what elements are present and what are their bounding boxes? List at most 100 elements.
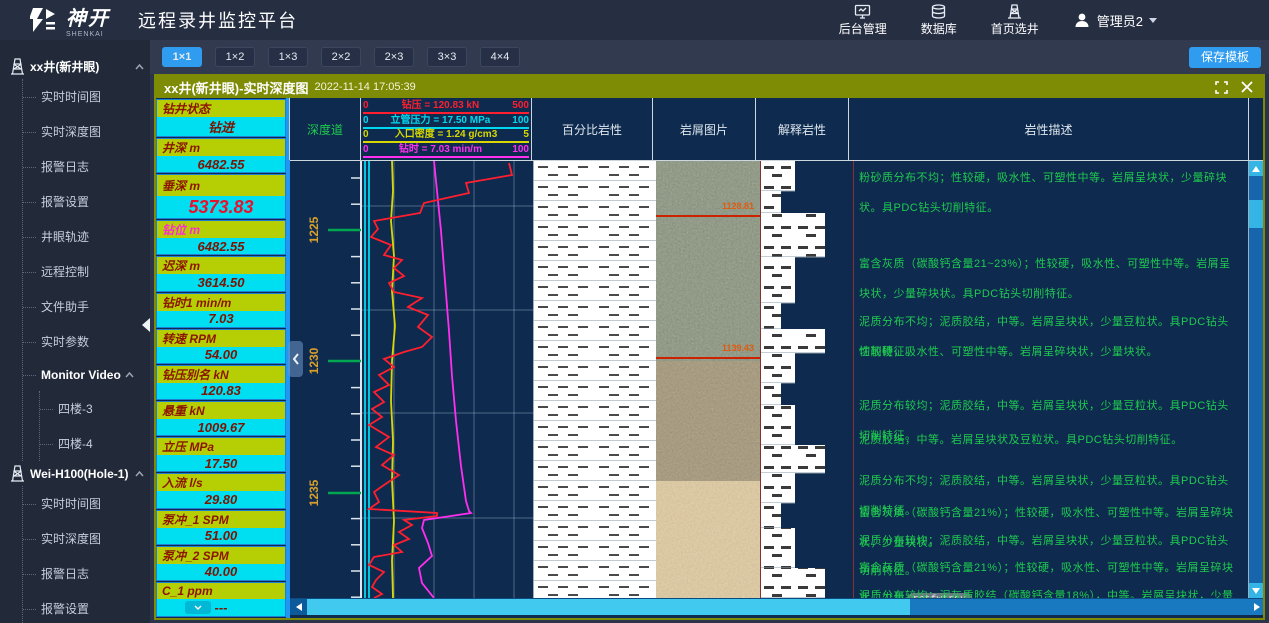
litho-description: 泥质胶结，中等。岩屑呈块状及豆粒状。具PDC钻头切削特征。 bbox=[859, 425, 1238, 455]
scroll-left-icon[interactable] bbox=[290, 599, 307, 615]
sidebar-item[interactable]: 报警日志 bbox=[23, 556, 150, 591]
param-value: 120.83 bbox=[157, 383, 285, 399]
param-value: 40.00 bbox=[157, 564, 285, 580]
well-node[interactable]: xx井(新井眼) bbox=[0, 54, 150, 79]
sidebar-item[interactable]: 远程控制 bbox=[23, 254, 150, 289]
nav-item-derrick[interactable]: 首页选井 bbox=[991, 4, 1039, 37]
curve-min: 0 bbox=[363, 100, 369, 112]
sidebar-item[interactable]: 实时深度图 bbox=[23, 114, 150, 149]
cuttings-photo-track: 1128.81 1139.43 bbox=[656, 161, 760, 598]
param-value-text: 钻进 bbox=[208, 117, 234, 136]
layout-button-4×4[interactable]: 4×4 bbox=[480, 47, 520, 67]
track-headers: 深度道 0钻压 = 120.83 kN5000立管压力 = 17.50 MPa1… bbox=[290, 98, 1263, 161]
video-group-label: Monitor Video bbox=[41, 368, 121, 382]
param-label: 钻压别名 kN bbox=[157, 366, 285, 383]
sidebar-item[interactable]: 报警设置 bbox=[23, 184, 150, 219]
sidebar-item[interactable]: 实时时间图 bbox=[23, 486, 150, 521]
scroll-right-icon[interactable] bbox=[1254, 603, 1260, 611]
nav-item-database[interactable]: 数据库 bbox=[921, 4, 957, 37]
curve-legend-row: 0 入口密度 = 1.24 g/cm3 5 bbox=[363, 129, 529, 143]
scroll-down-icon[interactable] bbox=[1249, 583, 1263, 598]
litho-description: 富含灰质（碳酸钙含量21~23%）；性较硬，吸水性、可塑性中等。岩屑呈块状，少量… bbox=[859, 249, 1238, 309]
curve-label: 立管压力 = 17.50 MPa bbox=[391, 115, 491, 127]
vertical-scroll-thumb[interactable] bbox=[1249, 200, 1263, 228]
param-value: 6482.55 bbox=[157, 156, 285, 172]
top-nav: 后台管理 数据库 首页选井 管理员2 bbox=[839, 4, 1269, 37]
widget-timestamp: 2022-11-14 17:05:39 bbox=[314, 81, 415, 93]
save-template-button[interactable]: 保存模板 bbox=[1189, 47, 1261, 68]
param-value-text: 40.00 bbox=[205, 564, 238, 579]
sidebar-item[interactable]: 报警设置 bbox=[23, 591, 150, 623]
param-value-text: 51.00 bbox=[205, 528, 238, 543]
nav-item-label: 数据库 bbox=[921, 20, 957, 37]
layout-toolbar: 1×1 1×2 1×3 2×2 2×3 3×3 4×4 保存模板 bbox=[150, 40, 1269, 74]
depth-chart: 深度道 0钻压 = 120.83 kN5000立管压力 = 17.50 MPa1… bbox=[290, 98, 1263, 618]
sidebar-collapse-arrow-icon[interactable] bbox=[142, 318, 150, 332]
video-group-node[interactable]: Monitor Video bbox=[23, 359, 150, 391]
param-box: 转速 RPM54.00 bbox=[156, 329, 286, 364]
sidebar-item[interactable]: 井眼轨迹 bbox=[23, 219, 150, 254]
layout-button-1×3[interactable]: 1×3 bbox=[268, 47, 308, 67]
database-icon bbox=[930, 4, 947, 19]
chevron-up-icon[interactable] bbox=[135, 64, 144, 70]
param-label: 泵冲_2 SPM bbox=[157, 547, 285, 564]
app: 神开 SHENKAI 远程录井监控平台 后台管理数据库首页选井 管理员2 xx井… bbox=[0, 0, 1269, 623]
depth-chart-widget: xx井(新井眼)-实时深度图 2022-11-14 17:05:39 钻井状态钻… bbox=[154, 74, 1265, 620]
sidebar-item[interactable]: 四楼-3 bbox=[40, 391, 150, 426]
param-value: 29.80 bbox=[157, 491, 285, 507]
litho-percent-header: 百分比岩性 bbox=[531, 98, 653, 160]
sidebar-item[interactable]: 实时时间图 bbox=[23, 79, 150, 114]
param-value: 7.03 bbox=[157, 311, 285, 327]
param-dropdown-icon[interactable] bbox=[185, 601, 211, 614]
param-box: 钻时1 min/m7.03 bbox=[156, 293, 286, 328]
sidebar-item[interactable]: 报警日志 bbox=[23, 149, 150, 184]
horizontal-scrollbar[interactable] bbox=[290, 598, 1263, 615]
layout-button-1×1[interactable]: 1×1 bbox=[162, 47, 202, 67]
svg-text:1139.43: 1139.43 bbox=[722, 343, 754, 353]
track-body: 122512301235 1128.811139.43 bbox=[290, 161, 1263, 598]
param-label: 立压 MPa bbox=[157, 438, 285, 455]
sidebar-item[interactable]: 实时参数 bbox=[23, 324, 150, 359]
params-panel: 钻井状态钻进井深 m6482.55垂深 m5373.83钻位 m6482.55迟… bbox=[156, 98, 286, 618]
scroll-up-icon[interactable] bbox=[1249, 161, 1263, 176]
curve-label: 入口密度 = 1.24 g/cm3 bbox=[395, 129, 498, 141]
curve-legend-row: 0立管压力 = 17.50 MPa100 bbox=[363, 115, 529, 129]
param-label: 钻井状态 bbox=[157, 100, 285, 117]
litho-percent-track bbox=[534, 161, 656, 598]
litho-description: 泥质分布较均；泥灰质胶结（碳酸钙含量18%），中等。岩屑呈块状，少量豆粒状。具P… bbox=[859, 581, 1238, 598]
param-box: 泵冲_2 SPM40.00 bbox=[156, 546, 286, 581]
layout-button-2×2[interactable]: 2×2 bbox=[321, 47, 361, 67]
fullscreen-icon[interactable] bbox=[1213, 79, 1229, 95]
well-node[interactable]: Wei-H100(Hole-1) bbox=[0, 461, 150, 486]
layout-button-1×2[interactable]: 1×2 bbox=[215, 47, 255, 67]
curve-min: 0 bbox=[363, 129, 369, 141]
curve-max: 100 bbox=[512, 115, 529, 127]
cuttings-photo-header: 岩屑图片 bbox=[652, 98, 756, 160]
chevron-up-icon[interactable] bbox=[125, 372, 134, 378]
derrick-icon bbox=[1006, 4, 1023, 19]
param-value-text: 29.80 bbox=[205, 492, 238, 507]
svg-text:1128.81: 1128.81 bbox=[722, 201, 754, 211]
sidebar-item[interactable]: 四楼-4 bbox=[40, 426, 150, 461]
layout-button-3×3[interactable]: 3×3 bbox=[427, 47, 467, 67]
curves-legend: 0钻压 = 120.83 kN5000立管压力 = 17.50 MPa1000入… bbox=[360, 98, 532, 160]
svg-text:1230: 1230 bbox=[307, 347, 321, 374]
curve-max: 5 bbox=[523, 129, 529, 141]
curve-min: 0 bbox=[363, 144, 369, 156]
vertical-scrollbar[interactable] bbox=[1249, 161, 1263, 598]
chevron-up-icon[interactable] bbox=[135, 471, 144, 477]
sidebar-item[interactable]: 文件助手 bbox=[23, 289, 150, 324]
param-label: 钻位 m bbox=[157, 221, 285, 238]
curve-label: 钻时 = 7.03 min/m bbox=[399, 144, 482, 156]
param-value-text: 6482.55 bbox=[198, 157, 245, 172]
close-icon[interactable] bbox=[1239, 79, 1255, 95]
layout-button-2×3[interactable]: 2×3 bbox=[374, 47, 414, 67]
params-collapse-handle[interactable] bbox=[288, 341, 303, 377]
user-menu[interactable]: 管理员2 bbox=[1073, 11, 1157, 30]
horizontal-scroll-thumb[interactable] bbox=[307, 599, 910, 615]
well-name: xx井(新井眼) bbox=[30, 58, 130, 75]
param-box: 泵冲_1 SPM51.00 bbox=[156, 510, 286, 545]
param-value: 17.50 bbox=[157, 455, 285, 471]
nav-item-monitor[interactable]: 后台管理 bbox=[839, 4, 887, 37]
sidebar-item[interactable]: 实时深度图 bbox=[23, 521, 150, 556]
